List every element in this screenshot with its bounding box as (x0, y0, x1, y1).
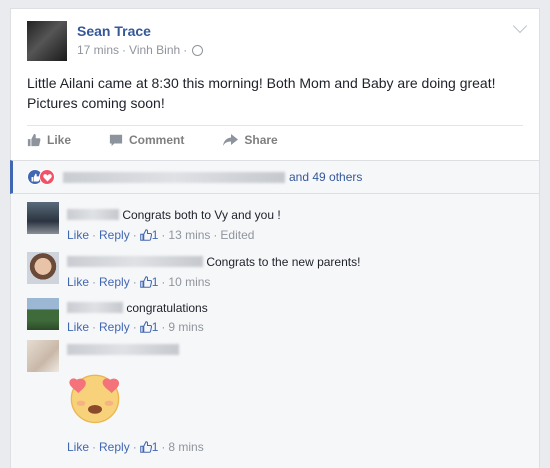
comment-text: congratulations (126, 300, 208, 315)
thumbs-up-icon (139, 229, 152, 241)
share-label: Share (244, 133, 278, 147)
author-avatar[interactable] (27, 21, 67, 61)
commenter-avatar[interactable] (27, 202, 59, 234)
comment-reply-link[interactable]: Reply (99, 275, 130, 289)
thumbs-up-icon (139, 441, 152, 453)
commenter-avatar[interactable] (27, 340, 59, 372)
comment-time[interactable]: 8 mins (168, 440, 203, 454)
commenter-name-blurred[interactable] (67, 209, 119, 221)
commenter-avatar[interactable] (27, 298, 59, 330)
like-label: Like (47, 133, 72, 147)
like-icon (27, 133, 41, 147)
comment-edited[interactable]: Edited (220, 228, 254, 242)
author-name[interactable]: Sean Trace (77, 23, 151, 39)
reactions-bar[interactable]: and 49 others (10, 160, 540, 194)
comment-icon (109, 134, 123, 147)
love-reaction-icon (39, 169, 55, 185)
comment-reply-link[interactable]: Reply (99, 228, 130, 242)
post-card: Sean Trace 17 mins · Vinh Binh · Little … (10, 8, 540, 160)
like-button[interactable]: Like (27, 133, 71, 147)
comment-like-link[interactable]: Like (67, 228, 89, 242)
comment-like-link[interactable]: Like (67, 320, 89, 334)
comment-actions: Like · Reply · 1 · 9 mins (67, 320, 204, 334)
commenter-name-blurred[interactable] (67, 256, 203, 268)
thumbs-up-icon (139, 276, 152, 288)
post-text: Little Ailani came at 8:30 this morning!… (27, 75, 496, 111)
comment-like-count[interactable]: 1 (139, 228, 158, 242)
post-time[interactable]: 17 mins (77, 43, 119, 57)
comment-reply-link[interactable]: Reply (99, 320, 130, 334)
comment-actions: Like · Reply · 1 · 8 mins (67, 440, 204, 454)
globe-icon[interactable] (192, 44, 204, 56)
comment-text: Congrats to the new parents! (206, 254, 361, 269)
comment-actions: Like · Reply · 1 · 10 mins (67, 275, 211, 289)
comment-text: Congrats both to Vy and you ! (122, 207, 281, 222)
commenter-avatar[interactable] (27, 252, 59, 284)
comment-time[interactable]: 10 mins (168, 275, 210, 289)
post-location[interactable]: Vinh Binh (129, 43, 180, 57)
comment-actions: Like · Reply · 1 · 13 mins · Edited (67, 228, 255, 242)
comments-section: Congrats both to Vy and you ! Like · Repl… (10, 194, 540, 468)
comment-time[interactable]: 13 mins (168, 228, 210, 242)
comment-like-count[interactable]: 1 (139, 275, 158, 289)
thumbs-up-icon (139, 321, 152, 333)
reactor-names-blurred[interactable] (63, 171, 285, 183)
share-icon (223, 134, 239, 146)
post-meta: 17 mins · Vinh Binh · (77, 43, 204, 57)
comment-like-link[interactable]: Like (67, 275, 89, 289)
comment-like-link[interactable]: Like (67, 440, 89, 454)
chevron-down-icon[interactable] (512, 18, 528, 34)
reactions-others-link[interactable]: and 49 others (289, 170, 362, 184)
comment-time[interactable]: 9 mins (168, 320, 203, 334)
divider (27, 125, 523, 126)
commenter-name-blurred[interactable] (67, 302, 123, 314)
comment-like-count[interactable]: 1 (139, 440, 158, 454)
comment-like-count[interactable]: 1 (139, 320, 158, 334)
comment-label: Comment (129, 133, 185, 147)
heart-eyes-emoji-icon (69, 374, 120, 424)
commenter-name-blurred[interactable] (67, 344, 179, 356)
comment-button[interactable]: Comment (109, 133, 184, 147)
comment-reply-link[interactable]: Reply (99, 440, 130, 454)
post-actions: Like Comment Share (27, 133, 278, 147)
share-button[interactable]: Share (222, 133, 278, 147)
